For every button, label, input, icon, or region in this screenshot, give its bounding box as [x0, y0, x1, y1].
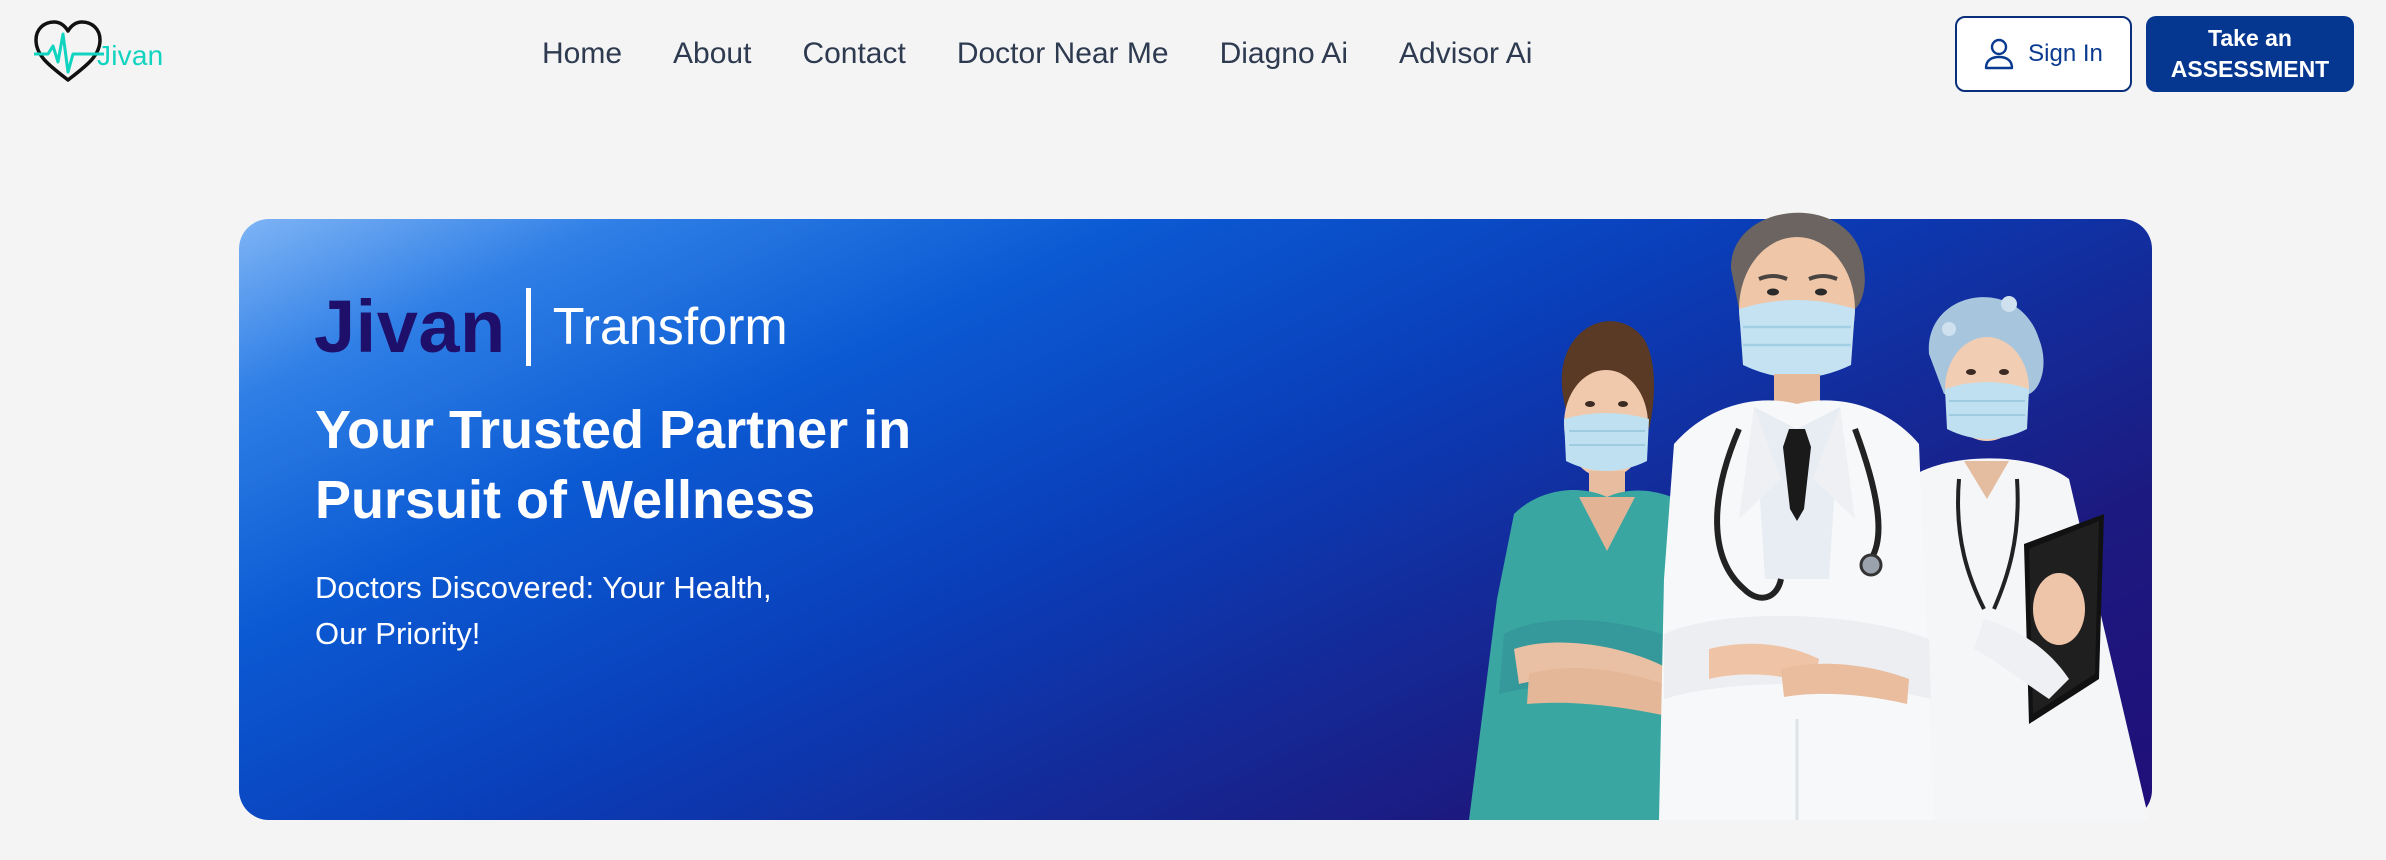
nav-home[interactable]: Home	[542, 37, 622, 71]
sign-in-button[interactable]: Sign In	[1955, 16, 2132, 92]
hero-title-line2: Pursuit of Wellness	[315, 470, 816, 530]
hero-brand-name: Jivan	[314, 285, 506, 368]
nav-diagno-ai[interactable]: Diagno Ai	[1220, 37, 1348, 71]
navbar: Jivan Home About Contact Doctor Near Me …	[0, 0, 2386, 108]
hero-subtitle-line2: Our Priority!	[315, 616, 481, 651]
assessment-label-line1: Take an	[2208, 25, 2292, 51]
brand-divider	[525, 287, 531, 366]
logo[interactable]: Jivan	[32, 18, 172, 88]
nav-advisor-ai[interactable]: Advisor Ai	[1399, 37, 1532, 71]
hero-brand: Jivan Transform	[314, 284, 788, 369]
hero-title-line1: Your Trusted Partner in	[315, 400, 912, 460]
take-assessment-button[interactable]: Take an ASSESSMENT	[2146, 16, 2354, 92]
doctors-image	[1469, 212, 2149, 820]
sign-in-label: Sign In	[2028, 40, 2103, 67]
logo-text: Jivan	[97, 40, 164, 71]
heart-pulse-icon	[34, 20, 104, 82]
hero-banner: Jivan Transform Your Trusted Partner in …	[239, 212, 2152, 820]
hero-brand-sub: Transform	[552, 297, 788, 356]
hero-subtitle: Doctors Discovered: Your Health, Our Pri…	[315, 565, 875, 657]
nav-about[interactable]: About	[673, 37, 751, 71]
nav-doctor-near-me[interactable]: Doctor Near Me	[957, 37, 1169, 71]
assessment-label-line2: ASSESSMENT	[2170, 56, 2330, 82]
hero-subtitle-line1: Doctors Discovered: Your Health,	[315, 570, 772, 605]
assessment-label: Take an ASSESSMENT	[2155, 23, 2345, 85]
nav-contact[interactable]: Contact	[802, 37, 905, 71]
hero-title: Your Trusted Partner in Pursuit of Welln…	[315, 395, 1095, 535]
doctor-center-figure	[1659, 212, 1934, 820]
user-icon	[1984, 38, 2014, 70]
main-nav: Home About Contact Doctor Near Me Diagno…	[542, 30, 1532, 78]
